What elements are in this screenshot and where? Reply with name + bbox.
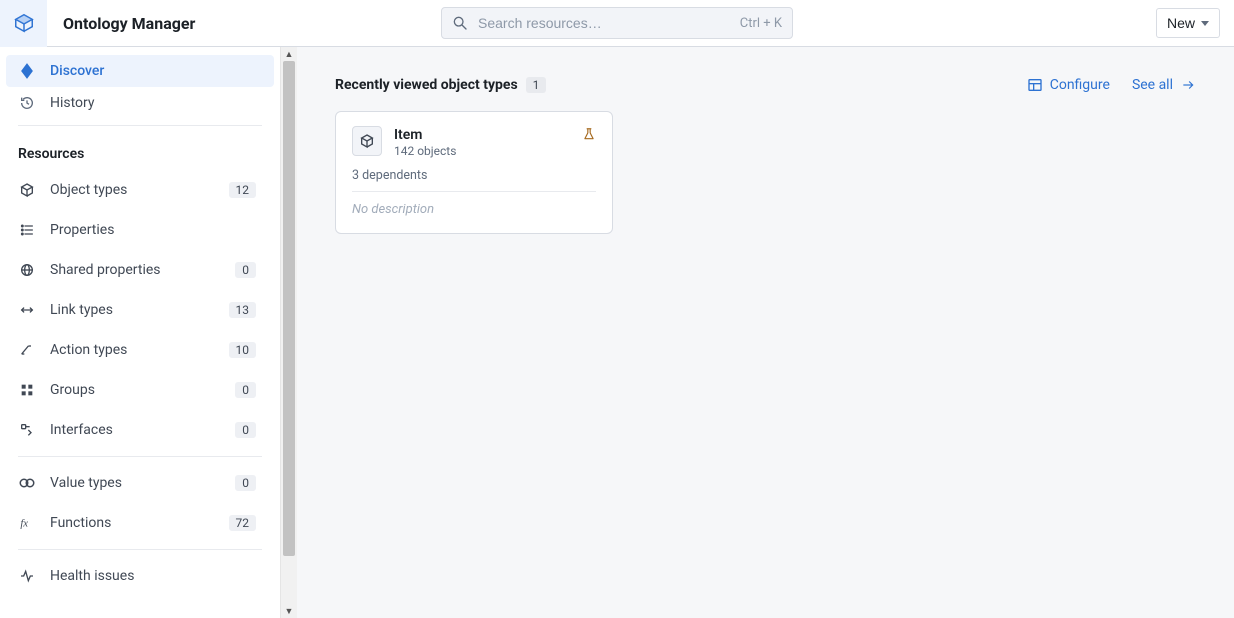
new-button-label: New bbox=[1167, 15, 1195, 31]
search-box[interactable]: Ctrl + K bbox=[441, 7, 793, 39]
sidebar-item-label: Properties bbox=[50, 222, 262, 238]
card-icon-box bbox=[352, 126, 382, 156]
sidebar: Discover History Resources Object types … bbox=[0, 47, 280, 618]
see-all-link[interactable]: See all bbox=[1132, 77, 1196, 93]
card-subtitle: 142 objects bbox=[394, 144, 570, 158]
globe-icon bbox=[18, 262, 36, 278]
scroll-up-icon[interactable]: ▲ bbox=[281, 47, 297, 61]
sidebar-nav-discover[interactable]: Discover bbox=[6, 55, 274, 87]
sidebar-nav-label: History bbox=[50, 95, 95, 111]
action-icon bbox=[18, 342, 36, 358]
sidebar-item-label: Functions bbox=[50, 515, 215, 531]
sidebar-item-label: Shared properties bbox=[50, 262, 221, 278]
app-header: Ontology Manager Ctrl + K New bbox=[0, 0, 1234, 47]
card-title: Item bbox=[394, 126, 570, 144]
sidebar-item-action-types[interactable]: Action types 10 bbox=[6, 330, 274, 370]
app-title: Ontology Manager bbox=[63, 14, 195, 33]
sidebar-divider bbox=[18, 125, 262, 126]
sidebar-divider bbox=[18, 456, 262, 457]
scroll-down-icon[interactable]: ▼ bbox=[281, 604, 297, 618]
section-count-badge: 1 bbox=[526, 77, 547, 93]
sidebar-item-link-types[interactable]: Link types 13 bbox=[6, 290, 274, 330]
sidebar-item-label: Link types bbox=[50, 302, 215, 318]
sidebar-nav-label: Discover bbox=[50, 63, 104, 79]
sidebar-item-health-issues[interactable]: Health issues bbox=[6, 556, 274, 596]
sidebar-item-count: 0 bbox=[235, 382, 256, 398]
card-dependents: 3 dependents bbox=[352, 168, 596, 192]
caret-down-icon bbox=[1201, 21, 1209, 26]
card-title-block: Item 142 objects bbox=[394, 126, 570, 158]
cube-icon bbox=[359, 133, 375, 149]
link-icon bbox=[18, 302, 36, 318]
sidebar-item-label: Object types bbox=[50, 182, 215, 198]
sidebar-item-label: Interfaces bbox=[50, 422, 221, 438]
sidebar-item-count: 10 bbox=[229, 342, 257, 358]
sidebar-scrollbar[interactable]: ▲ ▼ bbox=[280, 47, 297, 618]
sidebar-item-label: Value types bbox=[50, 475, 221, 491]
health-icon bbox=[18, 568, 36, 584]
main-section-header: Recently viewed object types 1 Configure… bbox=[335, 77, 1196, 93]
sidebar-item-shared-properties[interactable]: Shared properties 0 bbox=[6, 250, 274, 290]
sidebar-section-resources: Resources bbox=[0, 132, 280, 170]
cube-logo-icon bbox=[13, 12, 35, 34]
valuetype-icon bbox=[18, 476, 36, 490]
sidebar-item-count: 13 bbox=[229, 302, 257, 318]
search-icon bbox=[452, 15, 468, 31]
sidebar-item-count: 12 bbox=[229, 182, 257, 198]
groups-icon bbox=[18, 382, 36, 398]
sidebar-item-value-types[interactable]: Value types 0 bbox=[6, 463, 274, 503]
object-type-card[interactable]: Item 142 objects 3 dependents No descrip… bbox=[335, 111, 613, 234]
svg-text:fx: fx bbox=[20, 518, 28, 529]
history-icon bbox=[18, 95, 36, 111]
sidebar-item-label: Action types bbox=[50, 342, 215, 358]
main-content: Recently viewed object types 1 Configure… bbox=[297, 47, 1234, 618]
sidebar-item-label: Health issues bbox=[50, 568, 262, 584]
sidebar-divider bbox=[18, 549, 262, 550]
properties-icon bbox=[18, 222, 36, 238]
layout-icon bbox=[1027, 77, 1043, 93]
search-input[interactable] bbox=[476, 14, 732, 32]
sidebar-item-functions[interactable]: fx Functions 72 bbox=[6, 503, 274, 543]
sidebar-item-count: 72 bbox=[229, 515, 257, 531]
flask-icon bbox=[582, 126, 596, 142]
scroll-thumb[interactable] bbox=[283, 61, 295, 556]
sidebar-item-groups[interactable]: Groups 0 bbox=[6, 370, 274, 410]
new-button[interactable]: New bbox=[1156, 8, 1220, 38]
sidebar-item-object-types[interactable]: Object types 12 bbox=[6, 170, 274, 210]
sidebar-item-count: 0 bbox=[235, 422, 256, 438]
see-all-label: See all bbox=[1132, 77, 1173, 93]
sidebar-item-label: Groups bbox=[50, 382, 221, 398]
card-description: No description bbox=[352, 202, 596, 217]
sidebar-item-count: 0 bbox=[235, 262, 256, 278]
arrow-right-icon bbox=[1180, 78, 1196, 92]
section-title: Recently viewed object types bbox=[335, 77, 518, 93]
cube-icon bbox=[18, 182, 36, 198]
interface-icon bbox=[18, 422, 36, 438]
search-shortcut: Ctrl + K bbox=[740, 16, 782, 31]
sidebar-item-properties[interactable]: Properties bbox=[6, 210, 274, 250]
sidebar-item-count: 0 bbox=[235, 475, 256, 491]
configure-label: Configure bbox=[1050, 77, 1110, 93]
diamond-icon bbox=[18, 63, 36, 79]
brand: Ontology Manager bbox=[0, 0, 195, 46]
sidebar-nav-history[interactable]: History bbox=[6, 87, 274, 119]
configure-link[interactable]: Configure bbox=[1027, 77, 1110, 93]
sidebar-item-interfaces[interactable]: Interfaces 0 bbox=[6, 410, 274, 450]
app-logo-box bbox=[0, 0, 47, 47]
function-icon: fx bbox=[18, 515, 36, 531]
